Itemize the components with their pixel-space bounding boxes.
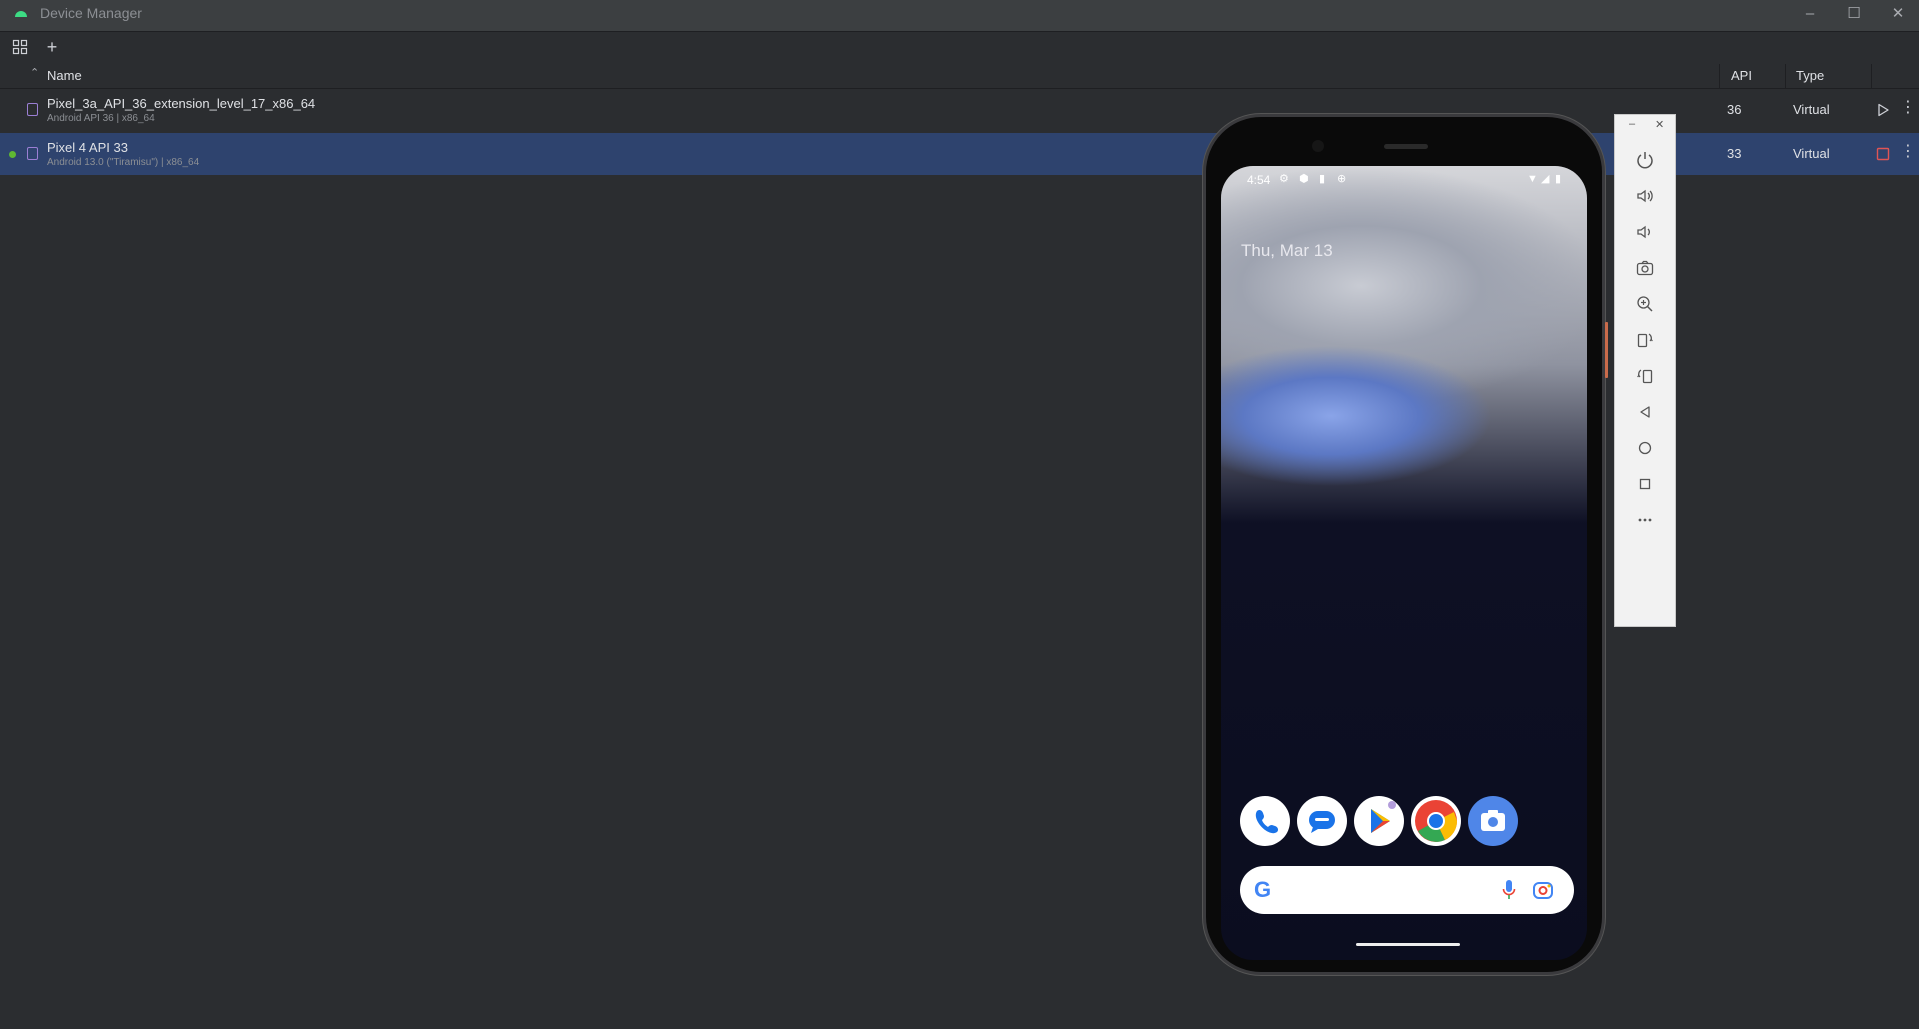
overview-icon[interactable]	[1632, 471, 1658, 497]
title-bar: Device Manager – ☐ ✕	[0, 0, 1919, 32]
close-icon[interactable]: ✕	[1876, 0, 1919, 31]
virtual-device-icon	[27, 147, 38, 160]
play-icon[interactable]	[1875, 102, 1891, 118]
volume-down-icon[interactable]	[1632, 219, 1658, 245]
emulator-controls-panel: – ✕	[1614, 114, 1676, 627]
earpiece-speaker	[1384, 144, 1428, 149]
android-icon	[15, 11, 27, 17]
google-search-bar[interactable]: G	[1240, 866, 1574, 914]
zoom-icon[interactable]	[1632, 291, 1658, 317]
maximize-icon[interactable]: ☐	[1832, 0, 1876, 31]
more-actions-icon[interactable]: ⋮	[1900, 100, 1916, 116]
device-name: Pixel 4 API 33	[47, 140, 128, 155]
name-column-header[interactable]: Name	[47, 68, 82, 83]
chevron-up-icon[interactable]: ⌃	[30, 66, 39, 79]
running-status-dot	[9, 151, 16, 158]
power-icon[interactable]	[1632, 147, 1658, 173]
add-device-button[interactable]: +	[42, 38, 62, 58]
device-api: 36	[1727, 102, 1742, 117]
shield-icon: ⬢	[1299, 173, 1309, 185]
android-status-bar: 4:54 ⚙ ⬢ ▮ ⊕ ▼ ◢ ▮	[1221, 166, 1587, 196]
emulator-device-frame: 4:54 ⚙ ⬢ ▮ ⊕ ▼ ◢ ▮ Thu, Mar 13 G	[1203, 114, 1605, 975]
signal-icon: ◢	[1541, 173, 1550, 185]
home-icon[interactable]	[1632, 435, 1658, 461]
rotate-left-icon[interactable]	[1632, 327, 1658, 353]
toolbar: +	[0, 32, 1919, 65]
screenshot-camera-icon[interactable]	[1632, 255, 1658, 281]
emulator-screen[interactable]: 4:54 ⚙ ⬢ ▮ ⊕ ▼ ◢ ▮ Thu, Mar 13 G	[1221, 166, 1587, 960]
google-lens-icon[interactable]	[1532, 879, 1554, 901]
device-name: Pixel_3a_API_36_extension_level_17_x86_6…	[47, 96, 316, 111]
play-store-app-icon[interactable]	[1354, 796, 1404, 846]
status-time: 4:54	[1247, 173, 1271, 187]
gesture-home-bar[interactable]	[1356, 943, 1460, 946]
google-logo: G	[1254, 877, 1272, 902]
sync-icon: ⊕	[1337, 173, 1347, 185]
type-column-header[interactable]: Type	[1796, 68, 1824, 83]
device-type: Virtual	[1793, 102, 1830, 117]
stop-icon[interactable]	[1875, 146, 1891, 162]
rotate-right-icon[interactable]	[1632, 363, 1658, 389]
volume-up-icon[interactable]	[1632, 183, 1658, 209]
chrome-app-icon[interactable]	[1411, 796, 1461, 846]
home-date[interactable]: Thu, Mar 13	[1241, 241, 1333, 261]
device-type: Virtual	[1793, 146, 1830, 161]
messages-app-icon[interactable]	[1297, 796, 1347, 846]
back-icon[interactable]	[1632, 399, 1658, 425]
phone-app-icon[interactable]	[1240, 796, 1290, 846]
more-icon[interactable]	[1632, 507, 1658, 533]
sd-card-icon: ▮	[1319, 173, 1326, 185]
virtual-device-icon	[27, 103, 38, 116]
panel-header: – ✕	[1615, 115, 1675, 137]
device-api: 33	[1727, 146, 1742, 161]
table-header: ⌃ Name API Type	[0, 64, 1919, 89]
api-column-header[interactable]: API	[1731, 68, 1752, 83]
front-camera	[1312, 140, 1324, 152]
device-subtitle: Android API 36 | x86_64	[47, 113, 155, 124]
app-dock	[1221, 796, 1587, 848]
device-subtitle: Android 13.0 ("Tiramisu") | x86_64	[47, 157, 200, 168]
power-button-accent	[1605, 322, 1608, 378]
panel-close-icon[interactable]: ✕	[1655, 118, 1664, 131]
more-actions-icon[interactable]: ⋮	[1900, 144, 1916, 160]
grid-layout-icon[interactable]	[10, 38, 30, 58]
camera-app-icon[interactable]	[1468, 796, 1518, 846]
microphone-icon[interactable]	[1502, 879, 1516, 901]
settings-gear-icon: ⚙	[1279, 173, 1289, 185]
window-title: Device Manager	[40, 5, 142, 21]
panel-minimize-icon[interactable]: –	[1629, 118, 1635, 130]
minimize-icon[interactable]: –	[1788, 0, 1832, 31]
wifi-icon: ▼	[1527, 173, 1538, 185]
battery-icon: ▮	[1555, 173, 1562, 185]
